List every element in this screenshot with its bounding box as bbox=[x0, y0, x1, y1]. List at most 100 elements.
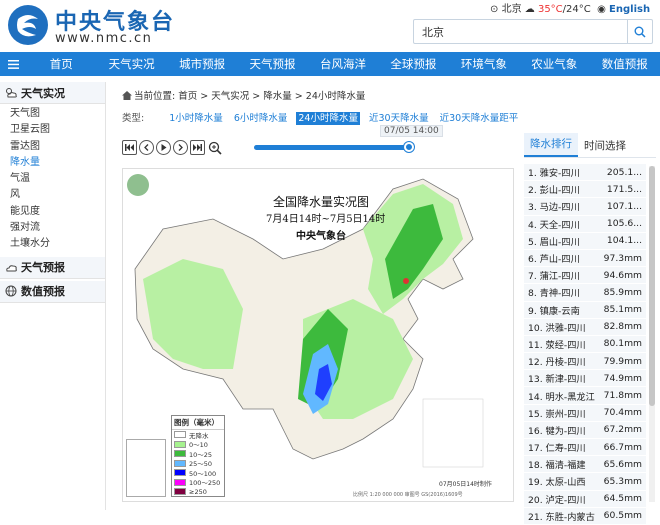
nmc-logo[interactable] bbox=[8, 5, 48, 45]
rank-scrollbar-thumb[interactable] bbox=[649, 166, 655, 406]
rank-row[interactable]: 13. 新津-四川 74.9mm bbox=[524, 370, 646, 388]
legend-row: 10～25 bbox=[172, 449, 224, 459]
current-city[interactable]: 北京 bbox=[502, 4, 522, 15]
rank-row[interactable]: 16. 犍为-四川 67.2mm bbox=[524, 421, 646, 439]
type-30d-anomaly[interactable]: 近30天降水量距平 bbox=[438, 112, 521, 125]
rank-row[interactable]: 2. 彭山-四川 171.5... bbox=[524, 181, 646, 199]
rank-row[interactable]: 5. 眉山-四川 104.1... bbox=[524, 232, 646, 250]
nav-numerical[interactable]: 数值预报 bbox=[590, 56, 660, 72]
brand-url: www.nmc.cn bbox=[55, 31, 153, 46]
play-button[interactable] bbox=[156, 140, 171, 155]
breadcrumb: 当前位置: 首页 > 天气实况 > 降水量 > 24小时降水量 bbox=[122, 88, 365, 103]
rank-value: 67.2mm bbox=[603, 424, 642, 436]
nav-global-forecast[interactable]: 全球预报 bbox=[378, 56, 448, 72]
sidebar-section-numerical[interactable]: 数值预报 bbox=[0, 280, 105, 303]
sidebar-item-visibility[interactable]: 能见度 bbox=[0, 204, 105, 220]
rank-row[interactable]: 10. 洪雅-四川 82.8mm bbox=[524, 318, 646, 336]
rank-value: 66.7mm bbox=[603, 441, 642, 453]
nav-weather-forecast[interactable]: 天气预报 bbox=[237, 56, 307, 72]
first-frame-button[interactable] bbox=[122, 140, 137, 155]
sidebar-item-satellite[interactable]: 卫星云图 bbox=[0, 122, 105, 138]
legend-label: 0～10 bbox=[189, 441, 208, 450]
rank-row[interactable]: 4. 天全-四川 105.6... bbox=[524, 215, 646, 233]
breadcrumb-home[interactable]: 首页 bbox=[178, 91, 197, 102]
rank-row[interactable]: 3. 马边-四川 107.1... bbox=[524, 198, 646, 216]
tab-precip-rank[interactable]: 降水排行 bbox=[524, 133, 578, 157]
rank-value: 60.5mm bbox=[603, 510, 642, 522]
rank-station: 3. 马边-四川 bbox=[528, 202, 580, 214]
sidebar-item-precipitation[interactable]: 降水量 bbox=[0, 155, 105, 171]
rank-row[interactable]: 19. 太原-山西 65.3mm bbox=[524, 473, 646, 491]
rank-row[interactable]: 12. 丹棱-四川 79.9mm bbox=[524, 353, 646, 371]
last-frame-button[interactable] bbox=[190, 140, 205, 155]
sidebar-item-soil-moisture[interactable]: 土壤水分 bbox=[0, 236, 105, 252]
english-link[interactable]: English bbox=[609, 4, 650, 15]
chevron-right-icon bbox=[178, 144, 183, 151]
next-frame-button[interactable] bbox=[173, 140, 188, 155]
breadcrumb-prefix: 当前位置: bbox=[134, 91, 176, 102]
rank-row[interactable]: 11. 荥经-四川 80.1mm bbox=[524, 335, 646, 354]
type-6h[interactable]: 6小时降水量 bbox=[232, 112, 290, 125]
tab-time-select[interactable]: 时间选择 bbox=[578, 138, 632, 157]
rank-station: 12. 丹棱-四川 bbox=[528, 357, 586, 369]
legend-label: ≥250 bbox=[189, 487, 207, 496]
temp-high: 35°C bbox=[537, 4, 563, 15]
rank-value: 74.9mm bbox=[603, 372, 642, 384]
umbrella-icon bbox=[4, 260, 18, 274]
legend-row: 100～250 bbox=[172, 478, 224, 487]
nav-home[interactable]: 首页 bbox=[26, 56, 96, 72]
breadcrumb-precipitation[interactable]: 降水量 bbox=[263, 91, 292, 102]
time-slider-handle[interactable] bbox=[404, 142, 414, 152]
rank-row[interactable]: 17. 仁寿-四川 66.7mm bbox=[524, 439, 646, 457]
sidebar-section-forecast[interactable]: 天气预报 bbox=[0, 256, 105, 279]
rank-station: 8. 青神-四川 bbox=[528, 288, 580, 300]
nav-agriculture[interactable]: 农业气象 bbox=[519, 56, 589, 72]
nav-city-forecast[interactable]: 城市预报 bbox=[167, 56, 237, 72]
legend-row: 25～50 bbox=[172, 459, 224, 468]
sidebar-section-label: 数值预报 bbox=[21, 285, 65, 299]
rank-row[interactable]: 14. 明水-黑龙江 71.8mm bbox=[524, 387, 646, 405]
sidebar-section-observations[interactable]: 天气实况 bbox=[0, 82, 105, 104]
sidebar-item-convection[interactable]: 强对流 bbox=[0, 220, 105, 236]
time-slider[interactable] bbox=[254, 142, 414, 152]
breadcrumb-observations[interactable]: 天气实况 bbox=[211, 91, 249, 102]
rank-row[interactable]: 9. 镇康-云南 85.1mm bbox=[524, 301, 646, 319]
search-input[interactable] bbox=[414, 20, 629, 43]
rank-row[interactable]: 8. 青神-四川 85.9mm bbox=[524, 284, 646, 302]
current-time-label: 07/05 14:00 bbox=[380, 125, 443, 137]
legend-row: ≥250 bbox=[172, 487, 224, 497]
rank-tabs: 降水排行 时间选择 bbox=[524, 133, 656, 158]
nav-typhoon-ocean[interactable]: 台风海洋 bbox=[308, 56, 378, 72]
globe-icon: ◉ bbox=[597, 4, 606, 15]
sidebar-section-label: 天气实况 bbox=[21, 86, 65, 100]
rank-row[interactable]: 15. 崇州-四川 70.4mm bbox=[524, 404, 646, 422]
map-legend: 图例（毫米） 无降水 0～10 10～25 25～50 50～100 100～2… bbox=[171, 415, 225, 497]
menu-button[interactable] bbox=[0, 52, 26, 76]
sidebar-item-temperature[interactable]: 气温 bbox=[0, 171, 105, 187]
rank-row[interactable]: 6. 芦山-四川 97.3mm bbox=[524, 249, 646, 268]
rank-row[interactable]: 7. 蒲江-四川 94.6mm bbox=[524, 267, 646, 285]
zoom-button[interactable] bbox=[207, 140, 222, 155]
rank-row[interactable]: 18. 福清-福建 65.6mm bbox=[524, 456, 646, 474]
sidebar-item-wind[interactable]: 风 bbox=[0, 187, 105, 203]
rank-value: 107.1... bbox=[606, 200, 642, 212]
rank-value: 80.1mm bbox=[603, 338, 642, 350]
legend-row: 50～100 bbox=[172, 468, 224, 478]
rank-row[interactable]: 20. 泸定-四川 64.5mm bbox=[524, 490, 646, 508]
type-24h[interactable]: 24小时降水量 bbox=[296, 112, 360, 125]
legend-swatch bbox=[174, 450, 186, 458]
type-30d[interactable]: 近30天降水量 bbox=[367, 112, 431, 125]
sidebar-item-radar[interactable]: 雷达图 bbox=[0, 139, 105, 155]
precipitation-map[interactable]: 全国降水量实况图 7月4日14时~7月5日14时 中央气象台 图例（毫米） 无降… bbox=[122, 168, 514, 502]
type-1h[interactable]: 1小时降水量 bbox=[167, 112, 225, 125]
rank-row[interactable]: 21. 东胜-内蒙古 60.5mm bbox=[524, 507, 646, 525]
main-nav: 首页 天气实况 城市预报 天气预报 台风海洋 全球预报 环境气象 农业气象 数值… bbox=[0, 52, 660, 76]
sidebar-item-weather-map[interactable]: 天气图 bbox=[0, 106, 105, 122]
legend-swatch bbox=[174, 488, 186, 496]
prev-frame-button[interactable] bbox=[139, 140, 154, 155]
rank-row[interactable]: 1. 雅安-四川 205.1... bbox=[524, 164, 646, 182]
search-button[interactable] bbox=[627, 20, 652, 43]
nav-environment[interactable]: 环境气象 bbox=[449, 56, 519, 72]
rank-scrollbar[interactable] bbox=[649, 166, 655, 502]
nav-observations[interactable]: 天气实况 bbox=[96, 56, 166, 72]
